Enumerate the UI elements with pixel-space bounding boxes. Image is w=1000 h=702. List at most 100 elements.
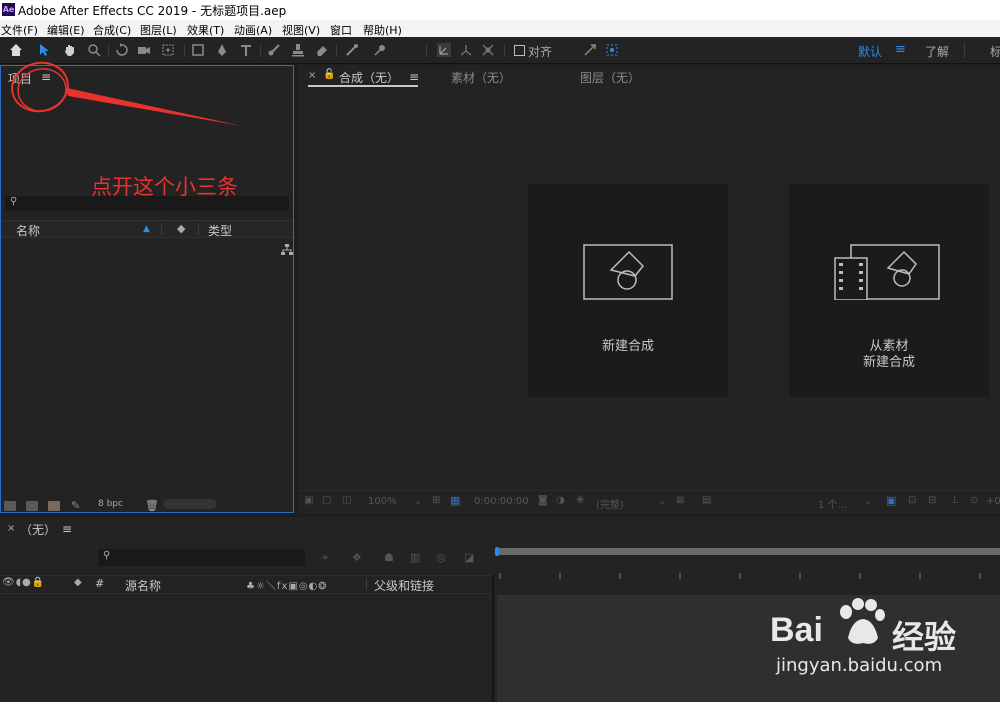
resolution-select[interactable]: (完整): [596, 496, 624, 511]
grid-icon[interactable]: ⊞: [432, 495, 440, 506]
timeline-splitter[interactable]: [492, 575, 494, 702]
label-tag-icon[interactable]: ◆: [177, 222, 185, 235]
snap-toggle-icon[interactable]: [582, 42, 598, 58]
av-switches-icon[interactable]: 👁◖●🔒: [2, 577, 45, 588]
view-axis-mode-icon[interactable]: [480, 42, 496, 58]
menu-composition[interactable]: 合成(C): [93, 22, 131, 38]
hand-tool-icon[interactable]: [62, 42, 78, 58]
menu-edit[interactable]: 编辑(E): [47, 22, 85, 38]
workspace-default-tab[interactable]: 默认: [858, 43, 882, 60]
show-snapshot-icon[interactable]: ◑: [556, 495, 565, 506]
close-timeline-icon[interactable]: ×: [7, 523, 15, 534]
time-ruler[interactable]: [497, 573, 1000, 581]
pen-tool-icon[interactable]: [214, 42, 230, 58]
baidu-jingyan-watermark: Bai 经验 jingyan.baidu.com: [770, 598, 1000, 678]
local-axis-mode-icon[interactable]: [436, 42, 452, 58]
toggle-transparency-icon[interactable]: ▤: [702, 495, 711, 506]
current-time[interactable]: 0:00:00:00: [474, 496, 529, 507]
camera-tool-icon[interactable]: [136, 42, 152, 58]
work-area-start-handle[interactable]: [495, 547, 499, 556]
new-composition-card[interactable]: 新建合成: [528, 184, 728, 397]
selection-tool-icon[interactable]: [36, 42, 52, 58]
snap-target-icon[interactable]: [604, 42, 620, 58]
rotate-tool-icon[interactable]: [114, 42, 130, 58]
timeline-link-icon[interactable]: ⊟: [928, 495, 936, 506]
motion-blur-icon[interactable]: ◎: [436, 551, 446, 564]
fast-preview-icon[interactable]: ⊠: [676, 495, 684, 506]
home-icon[interactable]: [8, 42, 24, 58]
pan-behind-tool-icon[interactable]: [160, 42, 176, 58]
new-comp-from-footage-card[interactable]: 从素材 新建合成: [789, 184, 989, 397]
reset-exposure-icon[interactable]: ⊡: [908, 495, 916, 506]
sort-ascending-icon[interactable]: ▲: [143, 224, 150, 234]
new-composition-icon[interactable]: [48, 501, 60, 511]
adjust-settings-icon[interactable]: ✎: [71, 499, 80, 512]
exposure-value[interactable]: +0: [986, 496, 1000, 507]
delete-icon[interactable]: 🗑: [145, 499, 159, 512]
transparency-grid-icon[interactable]: ▦: [450, 494, 460, 507]
interpret-footage-icon[interactable]: [4, 501, 16, 511]
view-count-select[interactable]: 1 个...: [818, 496, 847, 511]
menu-animation[interactable]: 动画(A): [234, 22, 272, 38]
region-icon[interactable]: ▢: [322, 495, 331, 506]
menu-view[interactable]: 视图(V): [282, 22, 320, 38]
menu-file[interactable]: 文件(F): [1, 22, 38, 38]
exposure-icon[interactable]: ⊙: [970, 495, 978, 506]
label-tag-icon[interactable]: ◆: [74, 577, 82, 588]
new-folder-icon[interactable]: [26, 501, 38, 511]
comp-mini-flowchart-icon[interactable]: ⌖: [322, 551, 328, 565]
frame-blending-icon[interactable]: ▥: [410, 551, 420, 564]
close-comp-panel-icon[interactable]: ×: [308, 70, 316, 81]
menu-help[interactable]: 帮助(H): [363, 22, 402, 38]
column-type[interactable]: 类型: [208, 222, 232, 239]
brush-tool-icon[interactable]: [266, 42, 282, 58]
snap-checkbox[interactable]: [514, 45, 525, 56]
layer-switches-icon[interactable]: ♣☼＼fx▣◎◐❂: [246, 577, 328, 592]
flowchart-toggle-icon[interactable]: ▣: [886, 494, 896, 507]
eraser-tool-icon[interactable]: [314, 42, 330, 58]
draft-3d-icon[interactable]: ❖: [352, 551, 362, 564]
tab-composition[interactable]: 合成（无）: [339, 69, 399, 86]
mask-visibility-icon[interactable]: ◫: [342, 495, 351, 506]
roto-brush-tool-icon[interactable]: [344, 42, 360, 58]
source-name-column[interactable]: 源名称: [125, 577, 161, 594]
flowchart-icon[interactable]: [281, 241, 293, 260]
zoom-tool-icon[interactable]: [86, 42, 102, 58]
zoom-select[interactable]: 100%: [368, 496, 397, 507]
layer-number-column[interactable]: #: [95, 577, 104, 590]
parent-link-column[interactable]: 父级和链接: [374, 577, 434, 594]
chevron-down-icon[interactable]: ⌄: [658, 496, 666, 507]
chevron-down-icon[interactable]: ⌄: [414, 496, 422, 507]
rectangle-tool-icon[interactable]: [190, 42, 206, 58]
bit-depth-badge[interactable]: 8 bpc: [98, 499, 123, 509]
puppet-pin-tool-icon[interactable]: [372, 42, 388, 58]
timeline-tab-menu-icon[interactable]: ≡: [62, 522, 72, 536]
thumbnail-size-slider[interactable]: [163, 499, 217, 509]
timeline-search-input[interactable]: ⚲: [98, 549, 305, 566]
toolbar-divider: [184, 44, 185, 57]
clone-stamp-tool-icon[interactable]: [290, 42, 306, 58]
menu-effect[interactable]: 效果(T): [187, 22, 224, 38]
color-channels-icon[interactable]: ❀: [576, 495, 584, 506]
viewer-options-icon[interactable]: ▣: [304, 495, 313, 506]
timeline-tab[interactable]: （无）: [20, 521, 56, 538]
work-area-bar[interactable]: [497, 548, 1000, 555]
column-name[interactable]: 名称: [16, 222, 40, 239]
world-axis-mode-icon[interactable]: [458, 42, 474, 58]
type-tool-icon[interactable]: [238, 42, 254, 58]
chevron-down-icon[interactable]: ⌄: [864, 496, 872, 507]
menu-layer[interactable]: 图层(L): [140, 22, 177, 38]
hide-shy-layers-icon[interactable]: ☗: [384, 551, 394, 564]
workspace-menu-icon[interactable]: ≡: [895, 42, 906, 57]
workspace-learn-tab[interactable]: 了解: [925, 43, 949, 60]
menu-window[interactable]: 窗口: [330, 22, 352, 38]
composition-tab-menu-icon[interactable]: ≡: [409, 70, 419, 84]
project-search-input[interactable]: ⚲: [5, 196, 289, 211]
comp-flowchart-icon[interactable]: ⊥: [950, 495, 959, 506]
workspace-more-tab[interactable]: 标: [990, 43, 1000, 60]
tab-footage[interactable]: 素材（无）: [451, 69, 511, 86]
snapshot-icon[interactable]: ◙: [538, 495, 548, 506]
lock-icon[interactable]: 🔓: [323, 69, 335, 80]
tab-layer[interactable]: 图层（无）: [580, 69, 640, 86]
graph-editor-icon[interactable]: ◪: [464, 551, 474, 564]
